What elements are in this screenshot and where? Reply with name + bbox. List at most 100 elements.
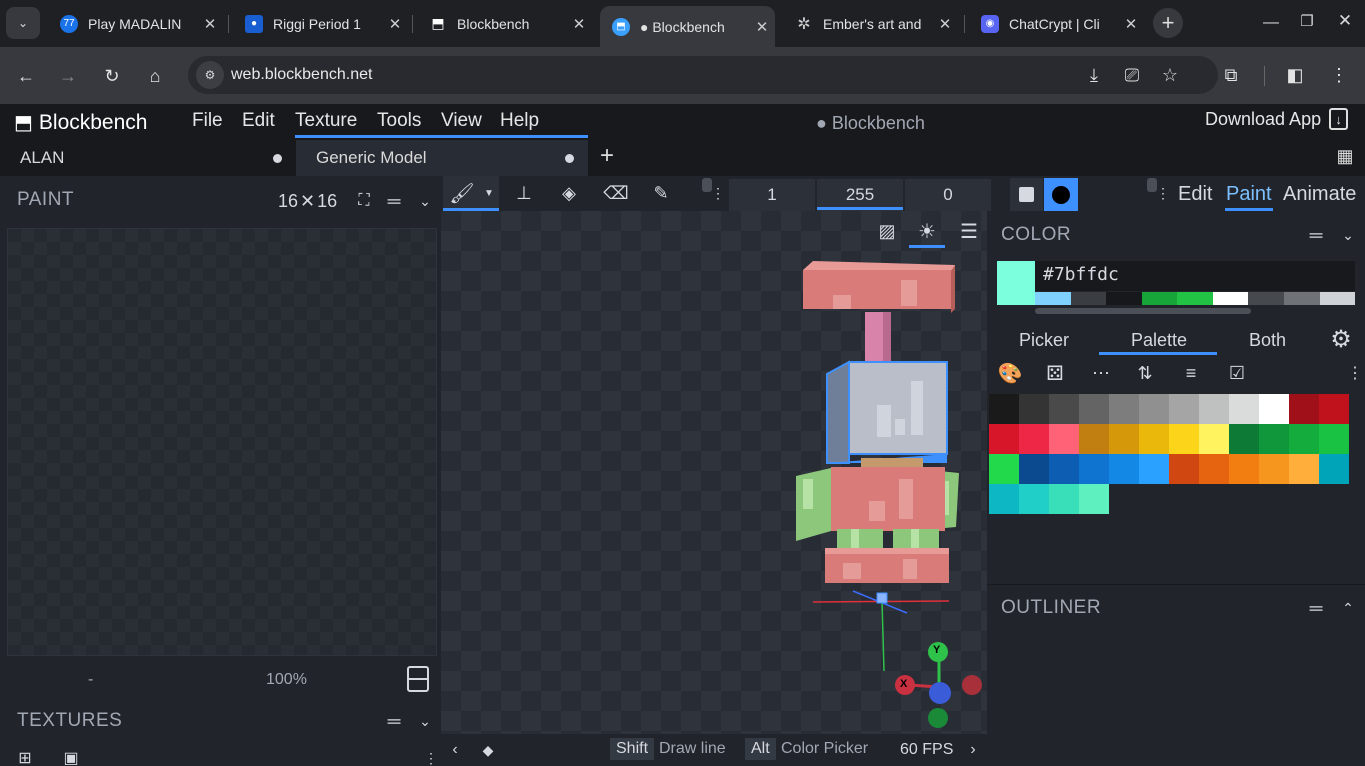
download-app-button[interactable]: Download App ↓ [1205, 108, 1349, 130]
palette-swatch[interactable] [1019, 484, 1049, 514]
menu-kebab-icon[interactable]: ⋮ [1326, 62, 1352, 88]
mode-edit[interactable]: Edit [1178, 183, 1212, 206]
palette-swatch[interactable] [989, 424, 1019, 454]
gear-icon[interactable]: ⚙ [1327, 325, 1355, 353]
palette-swatch[interactable] [989, 394, 1019, 424]
add-to-palette-icon[interactable]: ≡ [1179, 361, 1203, 385]
menu-edit[interactable]: Edit [242, 110, 275, 132]
download-icon[interactable]: ⤓ [1081, 62, 1107, 88]
palette-swatch[interactable] [1109, 454, 1139, 484]
add-texture-icon[interactable]: ⊞ [14, 750, 36, 766]
gizmo-y-label[interactable]: Y [933, 644, 940, 656]
brush-tool-icon[interactable]: 🖌 [448, 180, 476, 206]
close-window-icon[interactable]: ✕ [1332, 8, 1358, 34]
browser-tab-3[interactable]: ⬒ Blockbench ✕ [417, 6, 592, 41]
browser-tab-4-active[interactable]: ⬒ ● Blockbench ✕ [600, 6, 775, 47]
palette-swatch[interactable] [1049, 394, 1079, 424]
palette-swatch[interactable] [1139, 394, 1169, 424]
palette-swatch[interactable] [1079, 454, 1109, 484]
browser-tab-1[interactable]: 77 Play MADALIN ✕ [48, 6, 223, 41]
3d-viewport[interactable]: ▨ ☀ ☰ Y X [441, 211, 987, 734]
hex-input[interactable]: #7bffdc [1035, 261, 1355, 291]
palette-swatch[interactable] [1289, 394, 1319, 424]
stamp-tool-icon[interactable]: ⊥ [510, 180, 538, 206]
collapse-chevron-icon[interactable]: ⌃ [1337, 597, 1359, 619]
address-bar[interactable]: ⚙ web.blockbench.net [188, 56, 1218, 94]
close-icon[interactable]: ✕ [1118, 15, 1144, 33]
drag-handle-icon[interactable]: ═ [383, 710, 405, 732]
palette-swatch[interactable] [1019, 454, 1049, 484]
chevron-down-icon[interactable]: ▼ [482, 184, 496, 202]
chevron-right-icon[interactable]: › [965, 739, 981, 761]
drag-handle-icon[interactable]: ═ [383, 190, 405, 212]
palette-swatch[interactable] [1199, 394, 1229, 424]
toolbar-menu-icon[interactable]: ⋮ [1156, 182, 1170, 204]
color-tab-both[interactable]: Both [1249, 330, 1286, 351]
extensions-icon[interactable]: ⧉ [1218, 62, 1244, 88]
mode-paint[interactable]: Paint [1226, 183, 1272, 206]
collapse-chevron-icon[interactable]: ⌄ [414, 190, 436, 212]
drag-handle-icon[interactable]: ═ [1305, 597, 1327, 619]
close-icon[interactable]: ✕ [382, 15, 408, 33]
collapse-chevron-icon[interactable]: ⌄ [414, 710, 436, 732]
palette-swatch[interactable] [1289, 454, 1319, 484]
more-options-icon[interactable]: ⋮ [1347, 361, 1363, 385]
new-tab-button[interactable]: + [1153, 8, 1183, 38]
history-swatch[interactable] [1070, 292, 1107, 305]
eyedropper-tool-icon[interactable]: ✎ [647, 180, 675, 206]
palette-swatch[interactable] [989, 484, 1019, 514]
menu-tools[interactable]: Tools [377, 110, 421, 132]
palette-swatch[interactable] [1049, 484, 1079, 514]
brush-softness-input[interactable]: 0 [905, 179, 991, 211]
move-axis-icon[interactable]: ◆ [475, 739, 501, 761]
uv-editor-canvas[interactable] [7, 228, 437, 656]
import-texture-icon[interactable]: ▣ [60, 750, 82, 766]
brush-size-input[interactable]: 1 [729, 179, 815, 211]
palette-swatch[interactable] [1229, 394, 1259, 424]
home-icon[interactable]: ⌂ [141, 62, 169, 90]
project-tab-generic-model[interactable]: Generic Model [296, 140, 588, 176]
menu-file[interactable]: File [192, 110, 223, 132]
tab-search-button[interactable]: ⌄ [6, 7, 40, 39]
minimize-icon[interactable]: — [1258, 10, 1284, 36]
palette-swatch[interactable] [1199, 424, 1229, 454]
history-swatch[interactable] [1035, 292, 1071, 305]
palette-swatch[interactable] [1319, 454, 1349, 484]
fullscreen-icon[interactable]: ⛶ [353, 190, 375, 212]
palette-swatch[interactable] [1289, 424, 1319, 454]
install-app-icon[interactable]: ⎚ [1119, 62, 1145, 88]
palette-swatch[interactable] [1229, 424, 1259, 454]
menu-texture[interactable]: Texture [295, 110, 357, 132]
new-project-tab-icon[interactable]: + [594, 142, 620, 169]
eraser-tool-icon[interactable]: ⌫ [602, 180, 630, 206]
palette-swatch[interactable] [1199, 454, 1229, 484]
palette-swatch[interactable] [1139, 454, 1169, 484]
palette-swatch[interactable] [1019, 394, 1049, 424]
fill-tool-icon[interactable]: ◈ [555, 180, 583, 206]
palette-swatch[interactable] [1259, 454, 1289, 484]
menu-view[interactable]: View [441, 110, 482, 132]
drag-handle-icon[interactable]: ═ [1305, 224, 1327, 246]
project-tab-alan[interactable]: ALAN [0, 140, 296, 176]
palette-swatch[interactable] [1229, 454, 1259, 484]
color-tab-picker[interactable]: Picker [1019, 330, 1069, 351]
side-panel-icon[interactable]: ◧ [1282, 62, 1308, 88]
history-swatch[interactable] [1283, 292, 1320, 305]
collapse-chevron-icon[interactable]: ⌄ [1337, 224, 1359, 246]
palette-swatch[interactable] [1019, 424, 1049, 454]
palette-swatch[interactable] [1079, 424, 1109, 454]
palette-swatch[interactable] [1139, 424, 1169, 454]
bookmark-star-icon[interactable]: ☆ [1157, 62, 1183, 88]
chevron-left-icon[interactable]: ‹ [447, 739, 463, 761]
grid-view-icon[interactable]: ▦ [1334, 145, 1356, 167]
history-swatch[interactable] [1141, 292, 1178, 305]
palette-swatch[interactable] [1049, 454, 1079, 484]
palette-icon[interactable]: 🎨 [998, 361, 1023, 385]
sort-icon[interactable]: ⇅ [1133, 361, 1157, 385]
forward-arrow-icon[interactable]: → [54, 62, 82, 90]
palette-swatch[interactable] [1049, 424, 1079, 454]
browser-tab-2[interactable]: ● Riggi Period 1 ✕ [233, 6, 408, 41]
gizmo-x-label[interactable]: X [900, 678, 907, 690]
close-icon[interactable]: ✕ [197, 15, 223, 33]
current-color-swatch[interactable] [997, 261, 1035, 305]
